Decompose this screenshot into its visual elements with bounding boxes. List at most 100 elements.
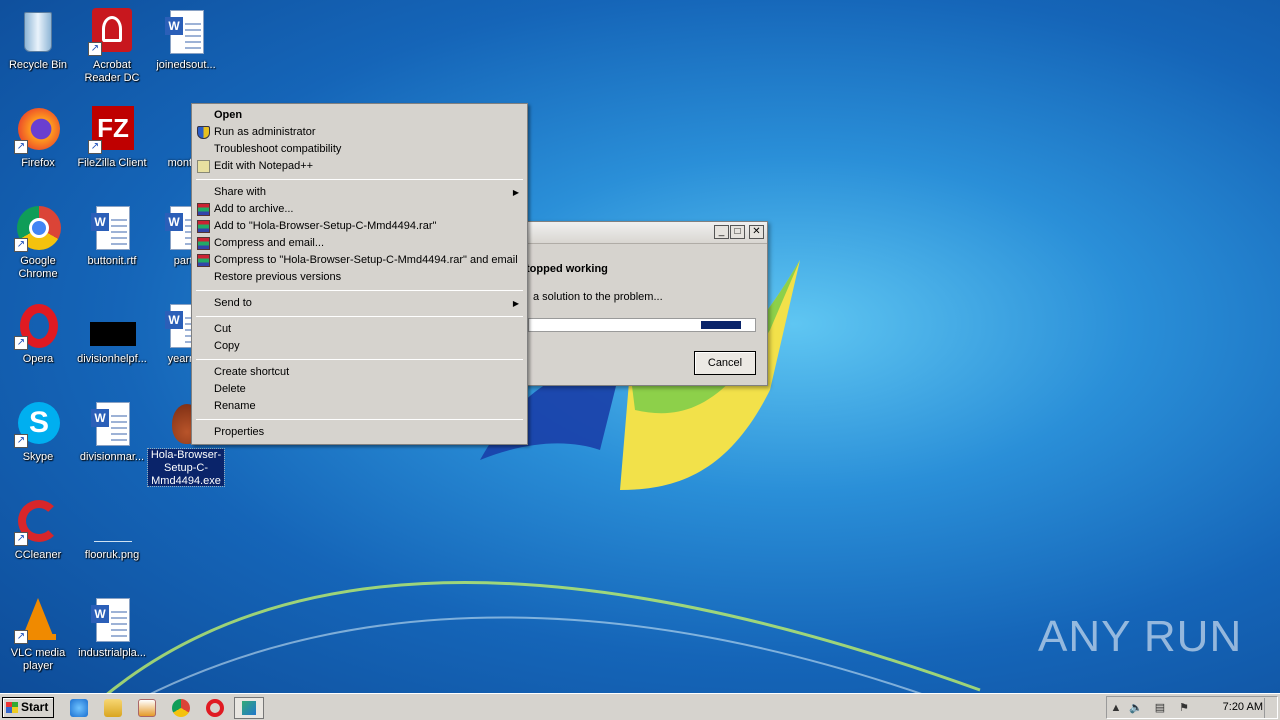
action-center-flag-icon[interactable]: ⚑ xyxy=(1177,701,1191,715)
desktop-icon-label: Hola-Browser-Setup-C-Mmd4494.exe xyxy=(147,447,225,488)
winrar-icon xyxy=(197,203,210,216)
dialog-message: a solution to the problem... xyxy=(533,291,663,303)
winrar-icon xyxy=(197,237,210,250)
menu-item-label: Edit with Notepad++ xyxy=(214,160,314,172)
menu-item-label: Rename xyxy=(214,400,256,412)
chrome-taskbar-icon[interactable] xyxy=(172,699,190,717)
start-label: Start xyxy=(21,700,49,714)
menu-item-properties[interactable]: Properties xyxy=(194,424,525,441)
desktop-icon-label: industrialpla... xyxy=(78,647,146,659)
menu-item-label: Cut xyxy=(214,323,232,335)
menu-item-delete[interactable]: Delete xyxy=(194,381,525,398)
media-player-icon[interactable] xyxy=(138,699,156,717)
desktop-icon-label: CCleaner xyxy=(14,549,62,561)
submenu-arrow-icon: ▶ xyxy=(512,188,519,197)
desktop-icon-label: divisionmar... xyxy=(79,451,145,463)
maximize-button[interactable]: □ xyxy=(730,225,745,239)
vlc-cone-icon: ↗ xyxy=(14,596,62,644)
menu-item-label: Copy xyxy=(214,340,240,352)
desktop-icon-opera[interactable]: ↗ Opera xyxy=(0,296,76,388)
volume-icon[interactable]: 🔈 xyxy=(1129,701,1143,715)
desktop-icon-vlc[interactable]: ↗ VLC media player xyxy=(0,590,76,682)
menu-item-rename[interactable]: Rename xyxy=(194,398,525,415)
desktop-icon-industrialpla[interactable]: W industrialpla... xyxy=(74,590,150,682)
word-document-icon: W xyxy=(162,8,210,56)
opera-icon: ↗ xyxy=(14,302,62,350)
show-hidden-icons-icon[interactable]: ▲ xyxy=(1109,701,1123,715)
menu-item-share-with[interactable]: Share with ▶ xyxy=(194,184,525,201)
notepadpp-icon xyxy=(197,160,210,173)
desktop-icon-label: flooruk.png xyxy=(84,549,140,561)
desktop-icon-divisionmar[interactable]: W divisionmar... xyxy=(74,394,150,486)
word-document-icon: W xyxy=(88,204,136,252)
dialog-heading: topped working xyxy=(526,263,608,275)
menu-item-label: Run as administrator xyxy=(214,126,316,138)
menu-item-compress-rar-email[interactable]: Compress to "Hola-Browser-Setup-C-Mmd449… xyxy=(194,252,525,269)
clock[interactable]: 7:20 AM xyxy=(1223,701,1263,713)
menu-separator xyxy=(196,359,523,360)
menu-separator xyxy=(196,179,523,180)
menu-item-open[interactable]: Open xyxy=(194,107,525,124)
context-menu: Open Run as administrator Troubleshoot c… xyxy=(191,103,528,445)
acrobat-icon: ↗ xyxy=(88,8,136,56)
taskbar: Start ▲ 🔈 ▤ ⚑ 7:20 AM xyxy=(0,693,1280,720)
windows-flag-icon xyxy=(6,702,18,713)
opera-taskbar-icon[interactable] xyxy=(206,699,224,717)
black-file-icon xyxy=(88,302,136,350)
desktop-icon-label: buttonit.rtf xyxy=(87,255,137,267)
menu-item-create-shortcut[interactable]: Create shortcut xyxy=(194,364,525,381)
menu-item-label: Add to "Hola-Browser-Setup-C-Mmd4494.rar… xyxy=(214,220,437,232)
recycle-bin-icon xyxy=(14,8,62,56)
image-file-icon xyxy=(88,498,136,546)
desktop-icon-label: VLC media player xyxy=(10,647,66,672)
progress-fill xyxy=(701,321,741,329)
running-app-button[interactable] xyxy=(234,697,264,719)
menu-item-run-as-admin[interactable]: Run as administrator xyxy=(194,124,525,141)
system-tray: ▲ 🔈 ▤ ⚑ 7:20 AM xyxy=(1106,696,1278,719)
desktop-icon-label: Firefox xyxy=(21,157,55,169)
desktop-icon-chrome[interactable]: ↗ Google Chrome xyxy=(0,198,76,290)
desktop-icon-label: joinedsout... xyxy=(156,59,216,71)
menu-item-copy[interactable]: Copy xyxy=(194,338,525,355)
desktop-icon-divisionhelpf[interactable]: divisionhelpf... xyxy=(74,296,150,388)
menu-item-label: Compress and email... xyxy=(214,237,325,249)
firefox-icon: ↗ xyxy=(14,106,62,154)
cancel-button[interactable]: Cancel xyxy=(694,351,756,375)
menu-item-add-to-rar[interactable]: Add to "Hola-Browser-Setup-C-Mmd4494.rar… xyxy=(194,218,525,235)
desktop-icon-recycle-bin[interactable]: Recycle Bin xyxy=(0,2,76,94)
show-desktop-button[interactable] xyxy=(1264,698,1278,718)
desktop-icon-joinedsout[interactable]: W joinedsout... xyxy=(148,2,224,94)
start-button[interactable]: Start xyxy=(2,697,54,718)
menu-item-send-to[interactable]: Send to ▶ xyxy=(194,295,525,312)
network-icon[interactable]: ▤ xyxy=(1153,701,1167,715)
error-dialog: _ □ ✕ topped working a solution to the p… xyxy=(505,221,768,386)
dialog-titlebar[interactable]: _ □ ✕ xyxy=(506,222,767,244)
menu-item-label: Properties xyxy=(214,426,265,438)
desktop-icon-label: divisionhelpf... xyxy=(77,353,147,365)
file-explorer-icon[interactable] xyxy=(104,699,122,717)
desktop-icon-skype[interactable]: S ↗ Skype xyxy=(0,394,76,486)
desktop-icon-ccleaner[interactable]: ↗ CCleaner xyxy=(0,492,76,584)
desktop-icon-acrobat[interactable]: ↗ Acrobat Reader DC xyxy=(74,2,150,94)
winrar-icon xyxy=(197,220,210,233)
close-button[interactable]: ✕ xyxy=(749,225,764,239)
menu-separator xyxy=(196,290,523,291)
menu-item-edit-notepadpp[interactable]: Edit with Notepad++ xyxy=(194,158,525,175)
internet-explorer-icon[interactable] xyxy=(70,699,88,717)
menu-separator xyxy=(196,316,523,317)
menu-item-cut[interactable]: Cut xyxy=(194,321,525,338)
desktop-icon-filezilla[interactable]: FZ ↗ FileZilla Client xyxy=(74,100,150,192)
desktop-icon-firefox[interactable]: ↗ Firefox xyxy=(0,100,76,192)
skype-icon: S ↗ xyxy=(14,400,62,448)
desktop-icon-buttonit[interactable]: W buttonit.rtf xyxy=(74,198,150,290)
menu-item-label: Share with xyxy=(214,186,266,198)
menu-item-add-to-archive[interactable]: Add to archive... xyxy=(194,201,525,218)
minimize-button[interactable]: _ xyxy=(714,225,729,239)
word-document-icon: W xyxy=(88,400,136,448)
desktop-icon-flooruk[interactable]: flooruk.png xyxy=(74,492,150,584)
menu-item-label: Add to archive... xyxy=(214,203,294,215)
anyrun-watermark: ANY RUN xyxy=(1038,612,1243,661)
menu-item-compress-email[interactable]: Compress and email... xyxy=(194,235,525,252)
menu-item-troubleshoot[interactable]: Troubleshoot compatibility xyxy=(194,141,525,158)
menu-item-restore-versions[interactable]: Restore previous versions xyxy=(194,269,525,286)
